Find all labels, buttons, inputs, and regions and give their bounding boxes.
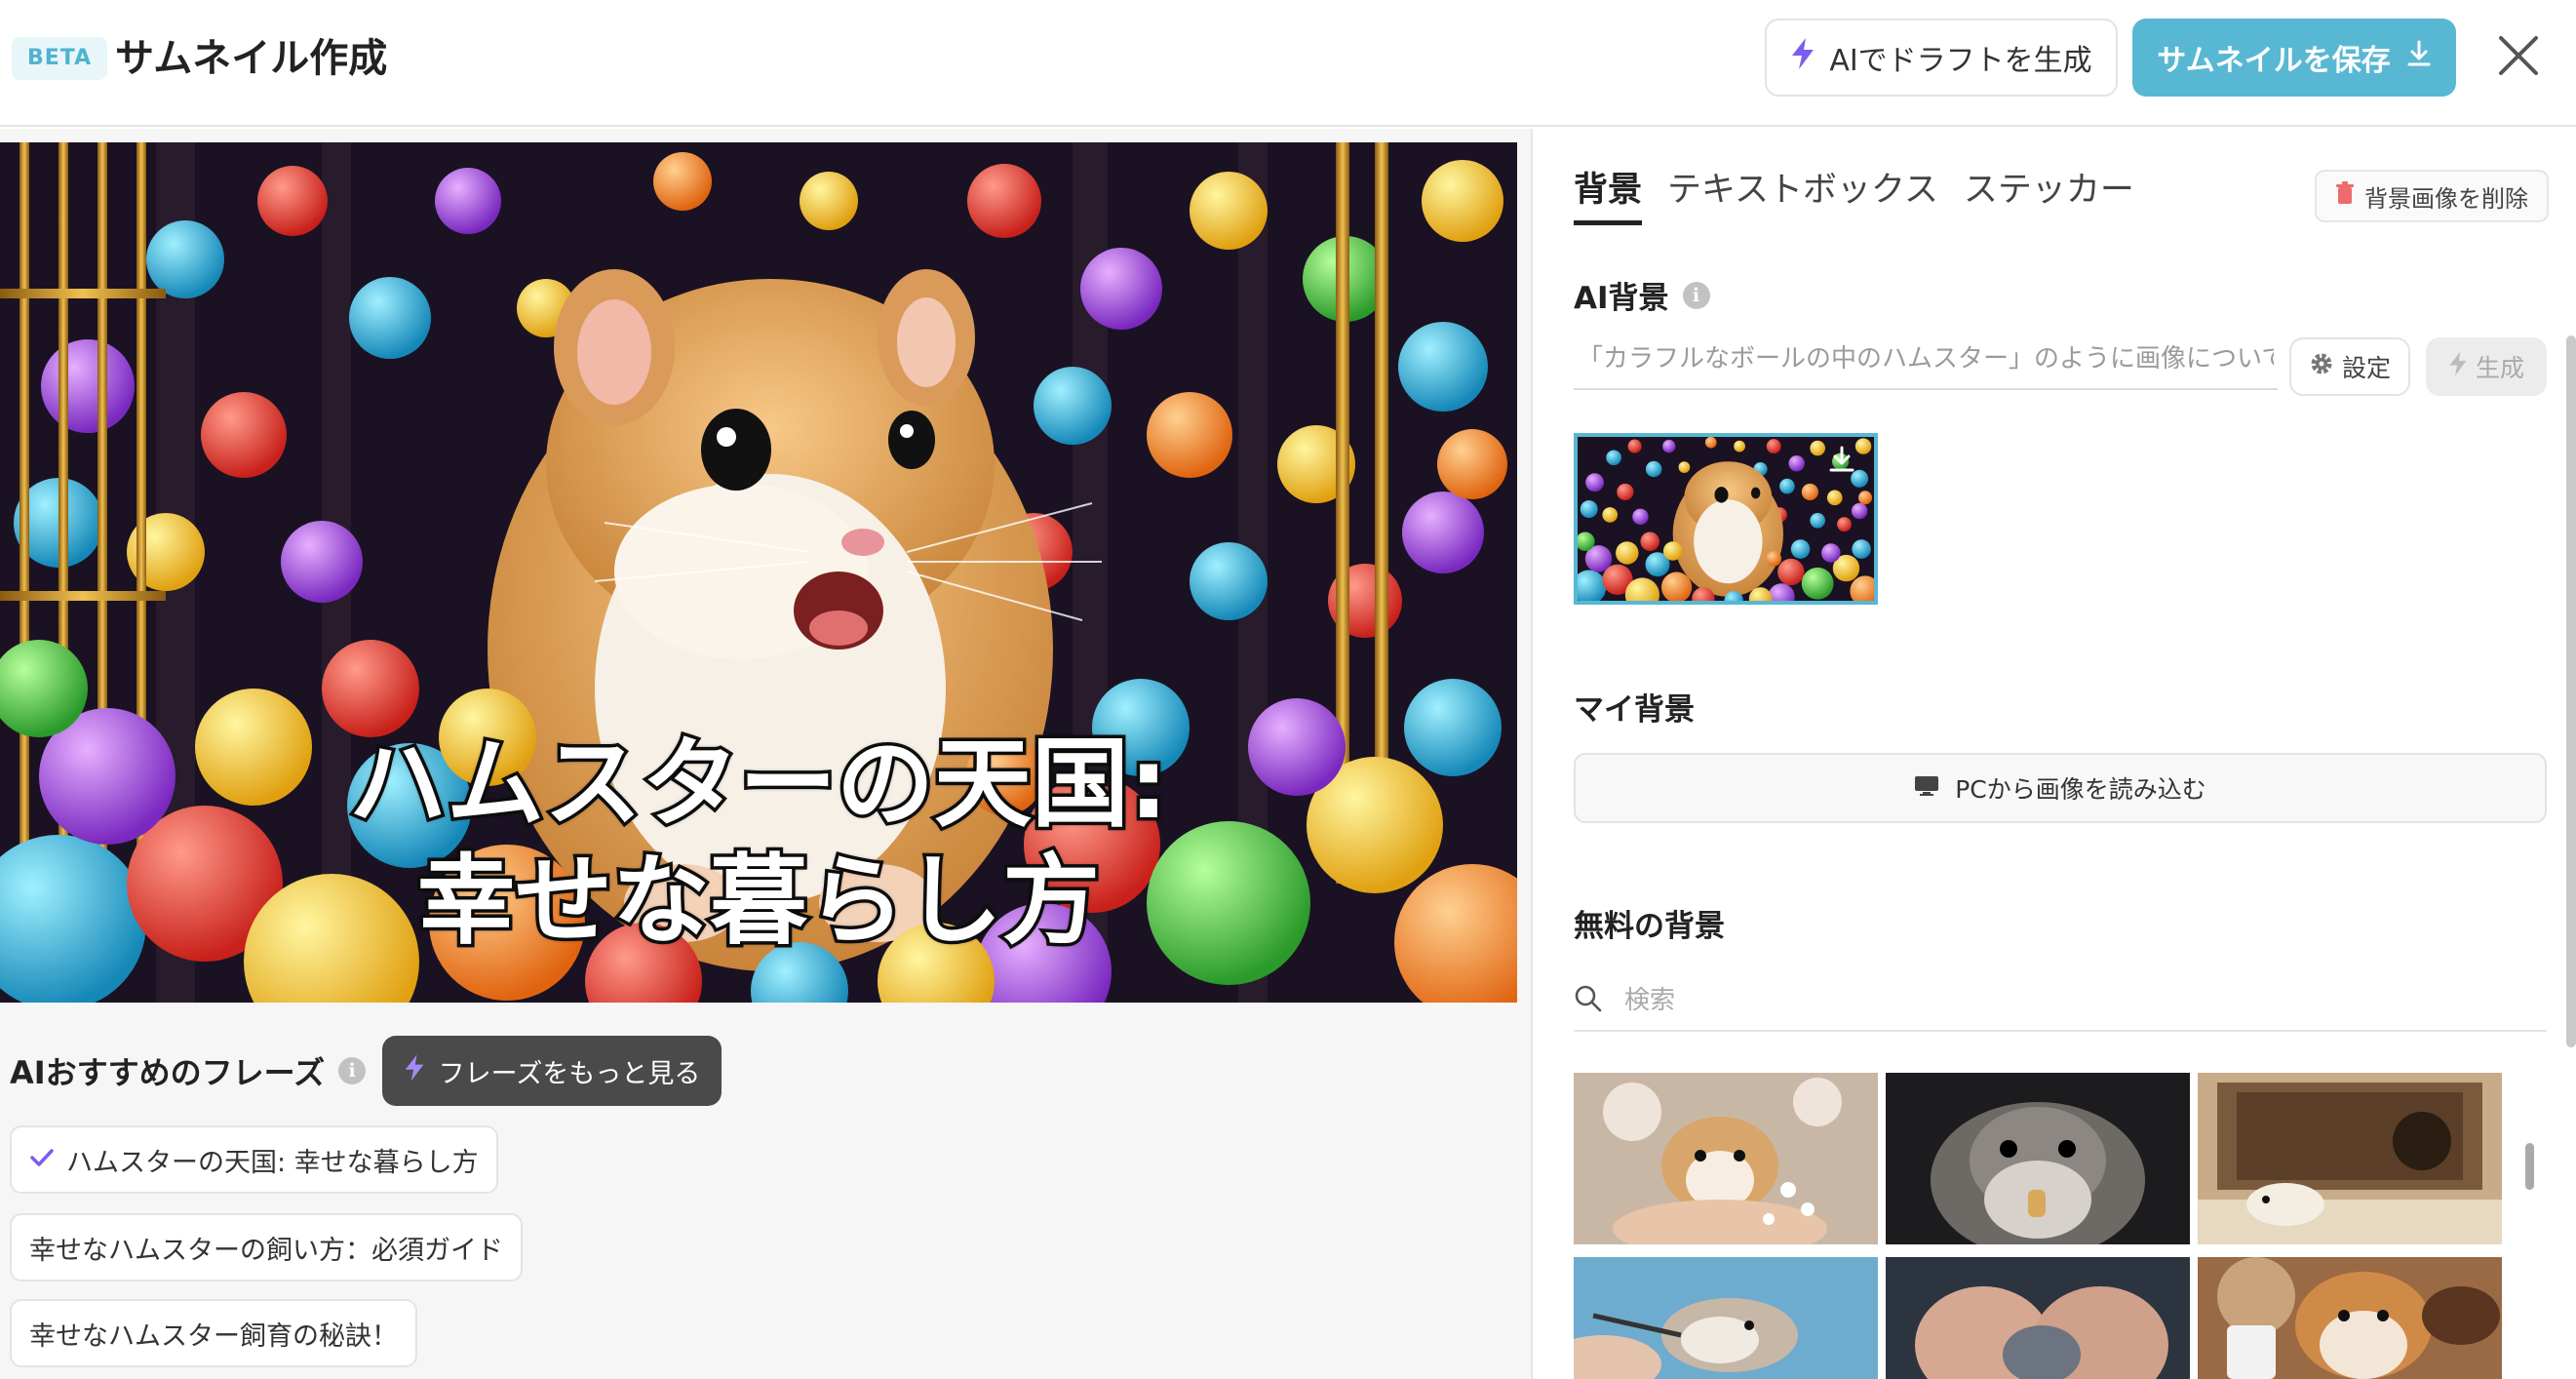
info-icon[interactable]: i — [1682, 281, 1710, 309]
close-icon — [2497, 34, 2540, 81]
thumbnail-canvas[interactable]: ハムスターの天国: 幸せな暮らし方 — [0, 142, 1517, 1003]
ai-phrases-header: AIおすすめのフレーズ i — [10, 1036, 367, 1106]
phrase-item[interactable]: 幸せなハムスターの飼い方：必須ガイド — [10, 1213, 523, 1281]
hamster-spoon-photo — [1574, 1257, 1878, 1379]
more-phrases-button[interactable]: フレーズをもっと見る — [382, 1036, 722, 1106]
free-background-image-4[interactable] — [1574, 1257, 1878, 1379]
search-input[interactable] — [1624, 986, 2502, 1015]
check-icon — [29, 1145, 55, 1175]
phrase-item-selected[interactable]: ハムスターの天国: 幸せな暮らし方 — [10, 1125, 498, 1194]
hamster-blossom-photo — [1574, 1073, 1878, 1244]
hamster-wooden-house-photo — [2198, 1073, 2502, 1244]
upload-from-pc-button[interactable]: PCから画像を読み込む — [1574, 753, 2547, 823]
hamster-hands-photo — [1886, 1257, 2190, 1379]
generate-label: 生成 — [2475, 354, 2524, 382]
thumbnail-text-line2[interactable]: 幸せな暮らし方 — [0, 841, 1517, 961]
upload-label: PCから画像を読み込む — [1955, 775, 2206, 804]
bolt-icon — [2448, 350, 2468, 383]
hamster-eating-photo — [1886, 1073, 2190, 1244]
trash-icon — [2335, 181, 2355, 211]
ai-draft-label: AIでドラフトを生成 — [1829, 44, 2092, 78]
hamster-teacup-photo — [2198, 1257, 2502, 1379]
settings-label: 設定 — [2341, 354, 2391, 382]
settings-button[interactable]: 設定 — [2289, 337, 2410, 396]
generate-button[interactable]: 生成 — [2426, 337, 2547, 396]
ai-phrases-title: AIおすすめのフレーズ — [10, 1054, 326, 1091]
my-background-title: マイ背景 — [1574, 692, 1695, 728]
monitor-icon — [1914, 774, 1939, 803]
save-label: サムネイルを保存 — [2157, 44, 2391, 78]
info-icon[interactable]: i — [338, 1057, 367, 1084]
tab-background[interactable]: 背景 — [1574, 168, 1643, 225]
phrase-label: 幸せなハムスターの飼い方：必須ガイド — [29, 1235, 503, 1266]
delete-background-button[interactable]: 背景画像を削除 — [2315, 170, 2549, 222]
panel-tabs: 背景 テキストボックス ステッカー — [1574, 168, 2134, 225]
phrase-item[interactable]: 幸せなハムスター飼育の秘訣！ — [10, 1299, 417, 1367]
panel-scrollbar[interactable] — [2566, 335, 2576, 1047]
phrase-label: 幸せなハムスター飼育の秘訣！ — [29, 1320, 398, 1352]
beta-badge: BETA — [12, 37, 108, 80]
free-background-image-1[interactable] — [1574, 1073, 1878, 1244]
bolt-icon — [1790, 37, 1815, 78]
gear-icon — [2309, 351, 2334, 382]
free-background-image-6[interactable] — [2198, 1257, 2502, 1379]
ai-background-title: AI背景 — [1574, 281, 1669, 316]
delete-background-label: 背景画像を削除 — [2364, 184, 2528, 213]
generated-background-thumbnail[interactable] — [1574, 433, 1878, 605]
tab-sticker[interactable]: ステッカー — [1964, 168, 2134, 225]
ai-draft-button[interactable]: AIでドラフトを生成 — [1765, 19, 2118, 97]
thumbnail-text-line1[interactable]: ハムスターの天国: — [0, 724, 1517, 844]
free-background-title: 無料の背景 — [1574, 909, 1725, 944]
grid-scrollbar-thumb[interactable] — [2525, 1143, 2534, 1190]
ai-background-prompt-input[interactable] — [1574, 330, 2278, 390]
settings-panel: 背景 テキストボックス ステッカー 背景画像を削除 AI背景 i 設定 生成 — [1531, 129, 2576, 1379]
editor-panel: ハムスターの天国: 幸せな暮らし方 AIおすすめのフレーズ i フレーズをもっと… — [0, 129, 1531, 1379]
page-title: サムネイル作成 — [115, 36, 388, 81]
free-background-image-2[interactable] — [1886, 1073, 2190, 1244]
bolt-icon — [404, 1053, 425, 1089]
close-button[interactable] — [2484, 23, 2553, 92]
free-background-image-3[interactable] — [2198, 1073, 2502, 1244]
phrase-label: ハムスターの天国: 幸せな暮らし方 — [66, 1147, 479, 1178]
free-background-image-5[interactable] — [1886, 1257, 2190, 1379]
tab-textbox[interactable]: テキストボックス — [1667, 168, 1938, 225]
download-icon[interactable] — [1827, 445, 1864, 482]
search-icon — [1574, 984, 1603, 1017]
free-background-search — [1574, 971, 2547, 1032]
header: BETA サムネイル作成 AIでドラフトを生成 サムネイルを保存 — [0, 0, 2576, 127]
more-phrases-label: フレーズをもっと見る — [438, 1058, 701, 1089]
download-icon — [2406, 40, 2432, 75]
ai-background-section: AI背景 i — [1574, 273, 1710, 317]
save-thumbnail-button[interactable]: サムネイルを保存 — [2132, 19, 2456, 97]
